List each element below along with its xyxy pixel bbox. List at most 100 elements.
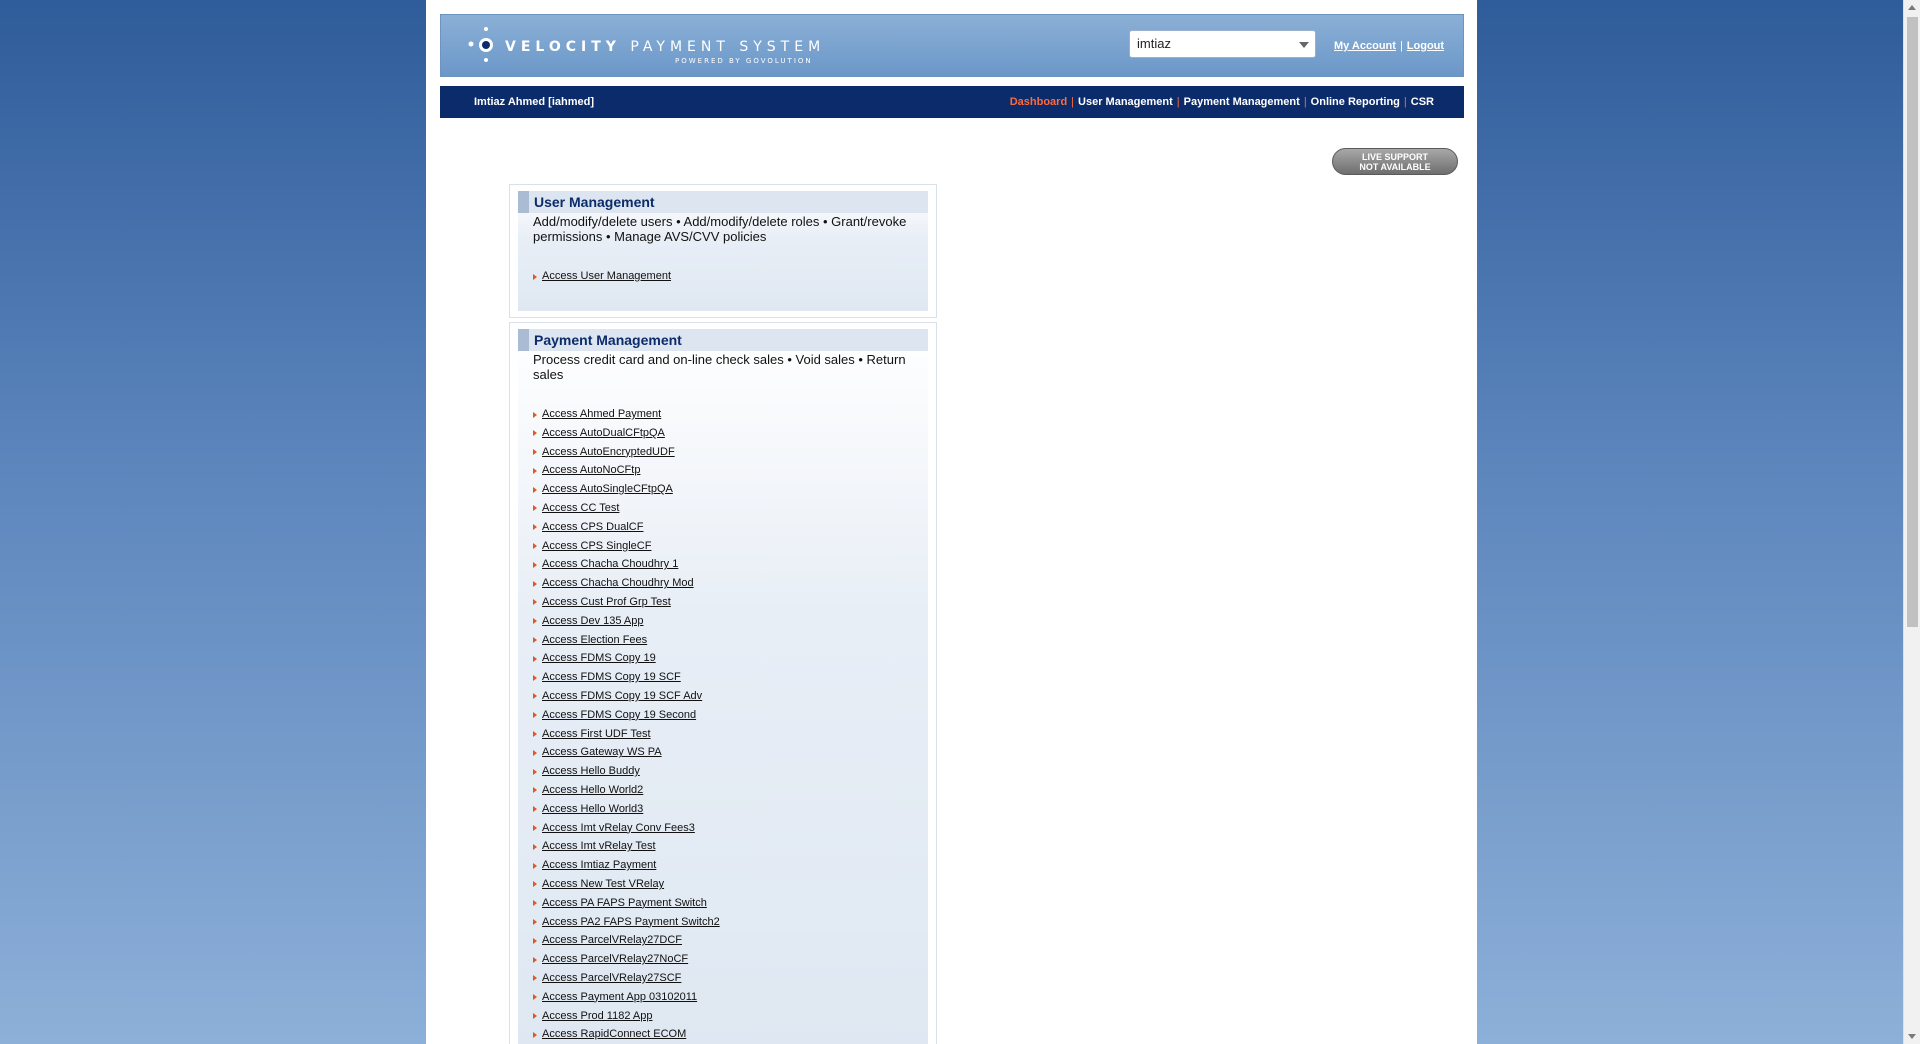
access-link[interactable]: Access ParcelVRelay27SCF [542,972,681,984]
access-link[interactable]: Access Election Fees [542,634,647,646]
arrow-bullet-icon [533,449,537,456]
scrollbar-thumb[interactable] [1907,17,1918,627]
scroll-up-icon[interactable] [1908,5,1916,10]
list-item: Access Ahmed Payment [533,405,720,424]
panel-header: Payment Management [518,329,928,351]
arrow-bullet-icon [533,806,537,813]
arrow-bullet-icon [533,881,537,888]
page-scrollbar[interactable] [1903,0,1920,1044]
access-link[interactable]: Access Cust Prof Grp Test [542,596,671,608]
access-link[interactable]: Access FDMS Copy 19 SCF [542,671,681,683]
link-separator: | [1399,40,1403,52]
nav-csr[interactable]: CSR [1411,96,1434,108]
access-link[interactable]: Access PA FAPS Payment Switch [542,897,707,909]
list-item: Access ParcelVRelay27SCF [533,969,720,988]
chevron-down-icon [1299,42,1309,48]
arrow-bullet-icon [533,712,537,719]
access-link[interactable]: Access Chacha Choudhry 1 [542,558,678,570]
access-link[interactable]: Access Chacha Choudhry Mod [542,577,694,589]
access-link[interactable]: Access AutoSingleCFtpQA [542,483,673,495]
panel-description: Process credit card and on-line check sa… [533,352,906,382]
live-support-button[interactable]: LIVE SUPPORT NOT AVAILABLE [1332,148,1458,175]
access-link[interactable]: Access AutoDualCFtpQA [542,427,665,439]
access-link[interactable]: Access ParcelVRelay27NoCF [542,953,688,965]
access-link[interactable]: Access FDMS Copy 19 [542,652,656,664]
access-link[interactable]: Access CC Test [542,502,619,514]
list-item: Access FDMS Copy 19 SCF Adv [533,687,720,706]
nav-online-reporting[interactable]: Online Reporting [1311,96,1400,108]
access-link[interactable]: Access Hello Buddy [542,765,640,777]
arrow-bullet-icon [533,731,537,738]
access-link[interactable]: Access AutoNoCFtp [542,464,640,476]
access-link[interactable]: Access Payment App 03102011 [542,991,697,1003]
arrow-bullet-icon [533,674,537,681]
access-link[interactable]: Access Imtiaz Payment [542,859,656,871]
logged-in-user: Imtiaz Ahmed [iahmed] [474,96,594,108]
nav-user-management[interactable]: User Management [1078,96,1173,108]
list-item: Access PA FAPS Payment Switch [533,894,720,913]
header-banner: VELOCITY PAYMENT SYSTEM POWERED BY GOVOL… [440,14,1464,77]
arrow-bullet-icon [533,505,537,512]
list-item: Access CC Test [533,499,720,518]
arrow-bullet-icon [533,749,537,756]
list-item: Access Imt vRelay Test [533,837,720,856]
access-link[interactable]: Access Hello World3 [542,803,643,815]
list-item: Access AutoSingleCFtpQA [533,480,720,499]
panel-description: Add/modify/delete users • Add/modify/del… [533,214,907,244]
arrow-bullet-icon [533,1013,537,1019]
list-item: Access Dev 135 App [533,612,720,631]
panel-title: Payment Management [534,332,682,348]
arrow-bullet-icon [533,975,537,982]
access-link[interactable]: Access Imt vRelay Test [542,840,656,852]
arrow-bullet-icon [533,273,537,280]
arrow-bullet-icon [533,1031,537,1038]
list-item: Access Chacha Choudhry Mod [533,574,720,593]
nav-links: Dashboard | User Management | Payment Manage… [1009,96,1434,108]
access-link[interactable]: Access First UDF Test [542,728,651,740]
arrow-bullet-icon [533,467,537,474]
scroll-down-icon[interactable] [1908,1034,1916,1039]
access-link[interactable]: Access FDMS Copy 19 SCF Adv [542,690,702,702]
access-link[interactable]: Access User Management [542,270,671,282]
payment-management-panel: Payment Management Process credit card a… [509,322,937,1044]
arrow-bullet-icon [533,862,537,869]
arrow-bullet-icon [533,561,537,568]
access-link[interactable]: Access Dev 135 App [542,615,644,627]
access-link[interactable]: Access Imt vRelay Conv Fees3 [542,822,695,834]
access-link[interactable]: Access FDMS Copy 19 Second [542,709,696,721]
list-item: Access New Test VRelay [533,875,720,894]
arrow-bullet-icon [533,825,537,832]
payment-management-links: Access Ahmed Payment Access AutoDualCFtpQ… [533,405,720,1044]
access-link[interactable]: Access Ahmed Payment [542,408,661,420]
user-management-panel: User Management Add/modify/delete users … [509,184,937,318]
access-link[interactable]: Access CPS DualCF [542,521,643,533]
access-link[interactable]: Access CPS SingleCF [542,540,651,552]
list-item: Access ParcelVRelay27NoCF [533,950,720,969]
arrow-bullet-icon [533,994,537,1001]
logout-link[interactable]: Logout [1407,40,1444,52]
access-link[interactable]: Access RapidConnect ECOM [542,1028,686,1040]
list-item: Access User Management [533,267,671,286]
list-item: Access Imt vRelay Conv Fees3 [533,819,720,838]
arrow-bullet-icon [533,580,537,587]
access-link[interactable]: Access Gateway WS PA [542,746,662,758]
arrow-bullet-icon [533,900,537,907]
nav-payment-management[interactable]: Payment Management [1184,96,1300,108]
access-link[interactable]: Access AutoEncryptedUDF [542,446,675,458]
arrow-bullet-icon [533,693,537,700]
powered-by-text: POWERED BY GOVOLUTION [675,57,813,65]
access-link[interactable]: Access ParcelVRelay27DCF [542,934,682,946]
list-item: Access CPS SingleCF [533,537,720,556]
my-account-link[interactable]: My Account [1334,40,1396,52]
access-link[interactable]: Access PA2 FAPS Payment Switch2 [542,916,720,928]
brand-word-velocity: VELOCITY [505,39,621,55]
arrow-bullet-icon [533,543,537,550]
account-select[interactable]: imtiaz [1129,30,1316,58]
access-link[interactable]: Access Prod 1182 App [542,1010,652,1022]
access-link[interactable]: Access Hello World2 [542,784,643,796]
access-link[interactable]: Access New Test VRelay [542,878,664,890]
arrow-bullet-icon [533,637,537,644]
arrow-bullet-icon [533,956,537,963]
arrow-bullet-icon [533,411,537,418]
nav-dashboard[interactable]: Dashboard [1010,96,1067,108]
